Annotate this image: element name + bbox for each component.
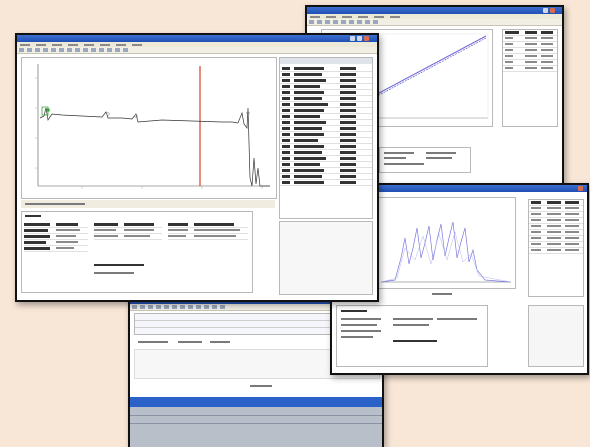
title-bar [17, 35, 377, 42]
close-icon[interactable] [550, 8, 555, 13]
title-bar [307, 7, 562, 14]
sequence-table [130, 407, 382, 447]
calibration-table [502, 29, 558, 127]
maximize-icon[interactable] [357, 36, 362, 41]
results-table [21, 211, 253, 293]
chromatogram-plot [21, 57, 277, 199]
toolbar [17, 47, 377, 54]
minimize-icon[interactable] [543, 8, 548, 13]
minimize-icon[interactable] [350, 36, 355, 41]
calibration-results [379, 147, 471, 173]
main-analysis-window [15, 33, 379, 302]
close-icon[interactable] [578, 186, 583, 191]
spectrum-results [336, 305, 488, 367]
bottom-right-panel [279, 221, 373, 295]
spectrum-side-panel [528, 305, 584, 367]
close-icon[interactable] [364, 36, 369, 41]
spectrum-peaks [380, 221, 512, 283]
sequence-header-row [130, 397, 382, 407]
compound-list[interactable] [279, 57, 373, 219]
spectrum-plot [374, 197, 516, 289]
chromatogram-trace [35, 64, 270, 189]
spectrum-peak-table [528, 199, 584, 297]
toolbar [307, 19, 562, 26]
